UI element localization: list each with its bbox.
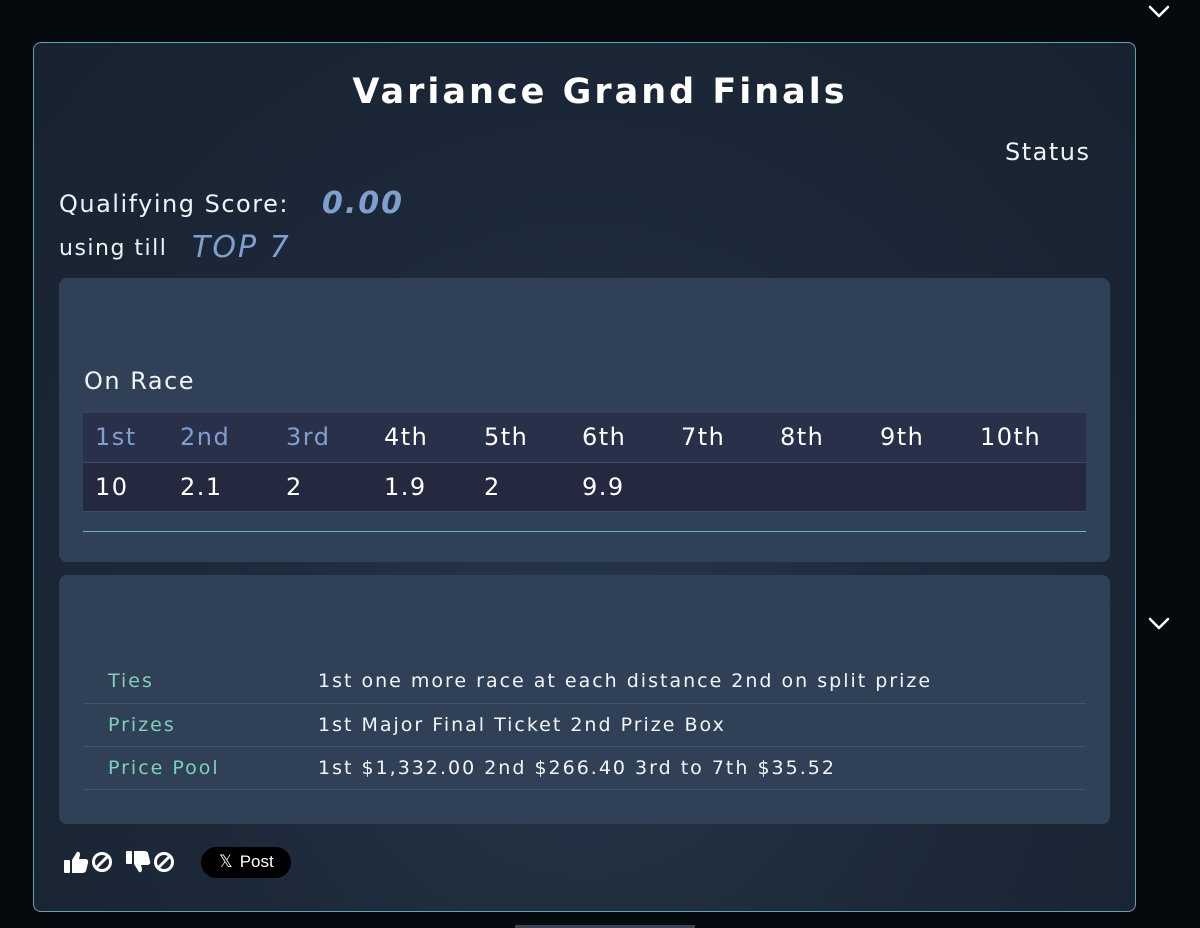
race-header-cell: 4th xyxy=(372,413,472,463)
race-values-row: 10 2.1 2 1.9 2 9.9 xyxy=(83,462,1086,512)
race-value-cell: 2 xyxy=(274,462,372,512)
race-results-table: 1st 2nd 3rd 4th 5th 6th 7th 8th 9th 10th… xyxy=(83,413,1086,512)
chevron-down-icon[interactable] xyxy=(1148,0,1170,22)
rules-row-price-pool: Price Pool 1st $1,332.00 2nd $266.40 3rd… xyxy=(83,746,1086,790)
race-header-cell: 8th xyxy=(768,413,868,463)
on-race-heading: On Race xyxy=(84,367,196,395)
chevron-down-icon[interactable] xyxy=(1148,612,1170,634)
race-value-cell: 2 xyxy=(472,462,570,512)
race-value-cell xyxy=(669,462,768,512)
using-till-value: TOP 7 xyxy=(192,230,291,265)
rules-table: Ties 1st one more race at each distance … xyxy=(83,660,1086,790)
card-footer: 𝕏 Post xyxy=(63,846,291,878)
race-header-cell: 9th xyxy=(868,413,968,463)
race-value-cell: 10 xyxy=(83,462,168,512)
rules-key: Price Pool xyxy=(83,746,293,790)
no-votes-icon xyxy=(154,852,174,872)
race-value-cell: 9.9 xyxy=(570,462,669,512)
race-value-cell xyxy=(968,462,1086,512)
race-header-cell: 5th xyxy=(472,413,570,463)
rules-value: 1st Major Final Ticket 2nd Prize Box xyxy=(293,703,1086,747)
dislike-button[interactable] xyxy=(125,850,175,874)
race-header-cell: 10th xyxy=(968,413,1086,463)
rules-key: Prizes xyxy=(83,703,293,747)
x-post-label: Post xyxy=(239,852,274,871)
rules-key: Ties xyxy=(83,660,293,704)
race-value-cell xyxy=(868,462,968,512)
race-header-cell: 7th xyxy=(669,413,768,463)
rules-row-prizes: Prizes 1st Major Final Ticket 2nd Prize … xyxy=(83,703,1086,747)
like-button[interactable] xyxy=(63,850,113,874)
race-header-row: 1st 2nd 3rd 4th 5th 6th 7th 8th 9th 10th xyxy=(83,413,1086,463)
race-header-cell: 6th xyxy=(570,413,669,463)
race-header-cell: 2nd xyxy=(168,413,274,463)
thumbs-up-icon xyxy=(64,851,89,873)
race-divider xyxy=(83,531,1086,532)
race-value-cell: 1.9 xyxy=(372,462,472,512)
qualifying-score-value: 0.00 xyxy=(322,186,405,221)
race-header-cell: 3rd xyxy=(274,413,372,463)
status-label: Status xyxy=(1005,138,1091,166)
x-logo-icon: 𝕏 xyxy=(219,852,233,872)
rules-value: 1st one more race at each distance 2nd o… xyxy=(293,660,1086,704)
race-header-cell: 1st xyxy=(83,413,168,463)
using-till-label: using till xyxy=(59,236,168,261)
x-post-button[interactable]: 𝕏 Post xyxy=(201,846,291,878)
race-value-cell xyxy=(768,462,868,512)
no-votes-icon xyxy=(92,852,112,872)
page-title: Variance Grand Finals xyxy=(352,72,848,112)
thumbs-down-icon xyxy=(126,851,151,873)
rules-value: 1st $1,332.00 2nd $266.40 3rd to 7th $35… xyxy=(293,746,1086,790)
rules-row-ties: Ties 1st one more race at each distance … xyxy=(83,660,1086,704)
race-value-cell: 2.1 xyxy=(168,462,274,512)
qualifying-score-label: Qualifying Score: xyxy=(59,190,289,218)
